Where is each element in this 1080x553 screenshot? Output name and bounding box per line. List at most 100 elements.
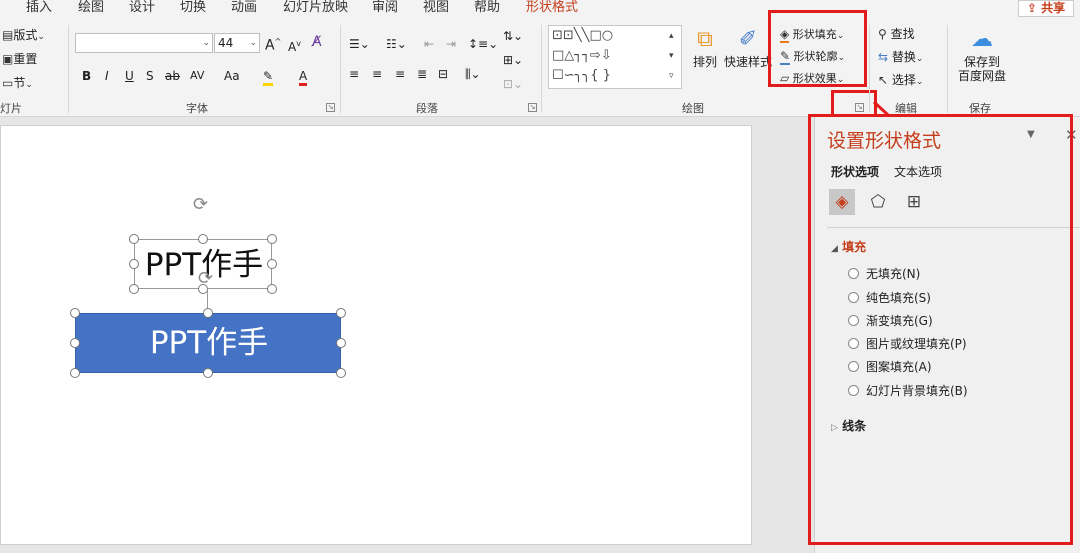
slide-canvas[interactable]: ⟳ PPT作手 ⟳ PPT作手 (0, 125, 752, 545)
resize-handle[interactable] (203, 368, 213, 378)
paragraph-dialog-launcher-icon[interactable]: ↘ (528, 103, 537, 112)
resize-handle[interactable] (267, 259, 277, 269)
quick-styles-button[interactable]: ✐ 快速样式 (724, 25, 772, 69)
smartart-icon[interactable]: ⊡⌄ (503, 77, 523, 91)
clear-format-icon[interactable]: A̸ (312, 35, 322, 49)
cursor-icon: ↖ (878, 73, 889, 87)
tab-review[interactable]: 审阅 (372, 0, 398, 15)
shapes-gallery[interactable]: ⊡⊡╲╲□○ □△┐┐⇨⇩ ☐∽╮╮{ } ▴ ▾ ▿ (548, 25, 682, 89)
resize-handle[interactable] (336, 338, 346, 348)
freeform-shape-icon[interactable]: ☐∽╮╮{ } (552, 69, 611, 83)
gallery-down-icon[interactable]: ▾ (669, 49, 674, 63)
align-left-icon[interactable]: ≡ (349, 67, 359, 81)
font-size-value: 44 (218, 36, 234, 50)
chevron-down-icon: ⌄ (915, 77, 924, 87)
rectangle-text: PPT作手 (149, 325, 269, 361)
font-name-combo[interactable]: ⌄ (75, 33, 213, 53)
resize-handle[interactable] (336, 368, 346, 378)
select-button[interactable]: ↖ 选择⌄ (878, 73, 923, 89)
highlight-pen-icon[interactable]: ✎ (263, 69, 274, 86)
save-to-baidu-button[interactable]: ☁ 保存到 百度网盘 (954, 25, 1010, 83)
slides-group-label: 灯片 (0, 102, 22, 115)
save-label-line2: 百度网盘 (957, 69, 1006, 83)
rotate-handle-icon[interactable]: ⟳ (193, 194, 208, 215)
section-button[interactable]: ▭节⌄ (2, 76, 33, 92)
font-dialog-launcher-icon[interactable]: ↘ (326, 103, 335, 112)
selected-rectangle-shape[interactable]: PPT作手 (75, 313, 341, 373)
tab-slideshow[interactable]: 幻灯片放映 (283, 0, 348, 15)
chevron-down-icon: ⌄ (25, 80, 33, 90)
font-group-label: 字体 (186, 102, 208, 115)
grow-font-label: A (265, 37, 275, 54)
gallery-up-icon[interactable]: ▴ (669, 29, 674, 43)
replace-label: 替换 (891, 50, 916, 64)
tab-view[interactable]: 视图 (423, 0, 449, 15)
section-icon: ▭ (2, 76, 14, 90)
group-divider (68, 25, 69, 113)
font-color-icon[interactable]: A (299, 69, 308, 86)
resize-handle[interactable] (129, 234, 139, 244)
layout-label: 版式 (13, 28, 38, 42)
font-size-combo[interactable]: 44 ⌄ (214, 33, 260, 53)
select-label: 选择 (891, 73, 916, 87)
tab-transitions[interactable]: 切换 (180, 0, 206, 15)
decrease-indent-icon[interactable]: ⇤ (424, 37, 434, 51)
increase-indent-icon[interactable]: ⇥ (446, 37, 456, 51)
gallery-more-icon[interactable]: ▿ (669, 69, 674, 83)
rectangle-shape-icon[interactable]: □△┐┐⇨⇩ (552, 49, 612, 63)
resize-handle[interactable] (336, 308, 346, 318)
arrange-button[interactable]: ⧉ 排列 (690, 25, 720, 69)
reset-button[interactable]: ▣重置 (2, 52, 37, 66)
bold-button[interactable]: B (82, 69, 91, 83)
bullets-icon[interactable]: ☰⌄ (349, 37, 370, 51)
resize-handle[interactable] (129, 259, 139, 269)
tab-animations[interactable]: 动画 (231, 0, 257, 15)
paragraph-group-label: 段落 (416, 102, 438, 115)
italic-button[interactable]: I (105, 69, 109, 83)
resize-handle[interactable] (70, 368, 80, 378)
quick-styles-label: 快速样式 (724, 55, 773, 69)
layout-button[interactable]: ▤版式⌄ (2, 28, 45, 44)
ribbon-tab-bar: 插入 绘图 设计 切换 动画 幻灯片放映 审阅 视图 帮助 形状格式 ⇪ 共享 (0, 0, 1080, 17)
justify-icon[interactable]: ≣ (417, 67, 427, 81)
tab-draw[interactable]: 绘图 (78, 0, 104, 15)
share-button[interactable]: ⇪ 共享 (1018, 0, 1074, 17)
cloud-icon: ☁ (971, 27, 993, 52)
arrange-icon: ⧉ (697, 27, 713, 52)
align-right-icon[interactable]: ≡ (395, 67, 405, 81)
resize-handle[interactable] (267, 234, 277, 244)
find-button[interactable]: ⚲ 查找 (878, 27, 915, 41)
tab-shape-format[interactable]: 形状格式 (526, 0, 578, 15)
columns-icon[interactable]: ⫼⌄ (465, 67, 481, 81)
tab-help[interactable]: 帮助 (474, 0, 500, 15)
change-case-button[interactable]: Aa (224, 69, 240, 83)
tab-insert[interactable]: 插入 (26, 0, 52, 15)
group-divider (947, 25, 948, 113)
shrink-font-label: A (288, 40, 297, 54)
resize-handle[interactable] (70, 308, 80, 318)
chevron-down-icon: ⌄ (202, 38, 210, 48)
find-label: 查找 (890, 27, 915, 41)
tab-design[interactable]: 设计 (129, 0, 155, 15)
shadow-button[interactable]: S (146, 69, 154, 83)
resize-handle[interactable] (129, 284, 139, 294)
resize-handle[interactable] (70, 338, 80, 348)
ribbon: ▤版式⌄ ▣重置 ▭节⌄ 灯片 ⌄ 44 ⌄ A^ Av A̸ B I U S … (0, 10, 1080, 123)
replace-button[interactable]: ⇆ 替换⌄ (878, 50, 923, 66)
rotate-handle-icon[interactable]: ⟳ (198, 268, 213, 289)
align-text-icon[interactable]: ⊞⌄ (503, 53, 523, 67)
distribute-icon[interactable]: ⊟ (438, 67, 448, 81)
grow-font-button[interactable]: A^ (265, 35, 281, 53)
resize-handle[interactable] (267, 284, 277, 294)
resize-handle[interactable] (203, 308, 213, 318)
strikethrough-button[interactable]: ab (165, 69, 180, 83)
shrink-font-button[interactable]: Av (288, 37, 301, 54)
resize-handle[interactable] (198, 234, 208, 244)
underline-button[interactable]: U (125, 69, 134, 83)
align-center-icon[interactable]: ≡ (372, 67, 382, 81)
textbox-shape-icon[interactable]: ⊡⊡╲╲□○ (552, 29, 613, 43)
text-direction-icon[interactable]: ⇅⌄ (503, 29, 523, 43)
char-spacing-button[interactable]: AV (190, 69, 204, 83)
numbering-icon[interactable]: ☷⌄ (386, 37, 407, 51)
line-spacing-icon[interactable]: ↕≡⌄ (468, 37, 498, 51)
